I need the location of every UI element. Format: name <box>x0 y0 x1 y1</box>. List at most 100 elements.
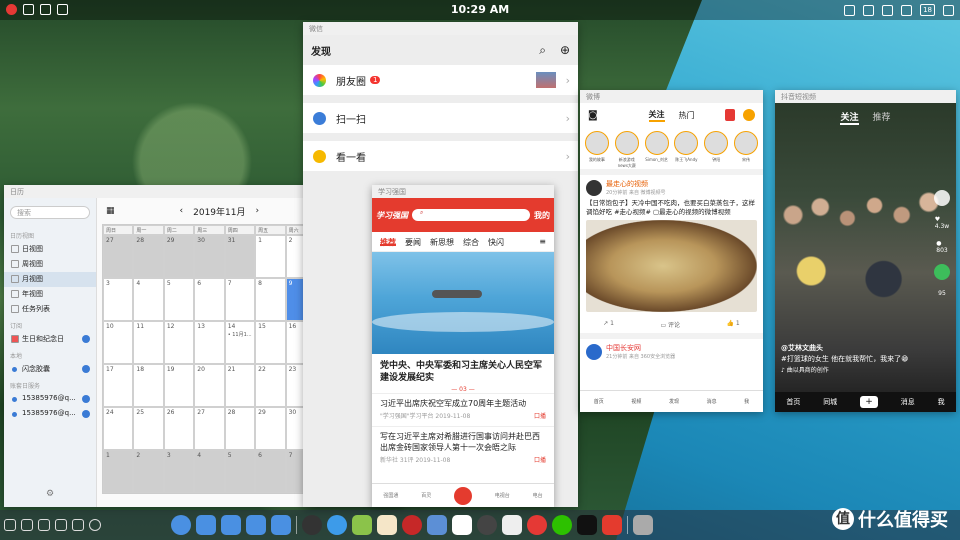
window-icon[interactable] <box>55 519 67 531</box>
story-avatar[interactable]: 宋伟 <box>733 131 759 169</box>
day-cell[interactable]: 27 <box>103 235 134 278</box>
story-avatar[interactable]: Simon_刘艺 <box>644 131 670 169</box>
audio-play-button[interactable]: 口播 <box>534 455 546 466</box>
day-cell[interactable]: 19 <box>163 364 195 407</box>
douyin-icon[interactable] <box>577 515 597 535</box>
checkmark-icon[interactable] <box>82 395 90 403</box>
menu-icon[interactable]: ≡ <box>539 237 546 246</box>
nav-discover[interactable]: 发现 <box>669 398 679 405</box>
tab-news[interactable]: 要闻 <box>405 237 421 247</box>
day-cell[interactable]: 15 <box>255 321 286 364</box>
search-icon[interactable] <box>21 519 33 531</box>
comment-button[interactable]: ▭ 评论 <box>660 320 680 329</box>
day-cell[interactable]: 12 <box>163 321 195 364</box>
gear-icon[interactable]: ⚙ <box>46 489 54 499</box>
day-cell[interactable]: 17 <box>103 364 134 407</box>
day-cell[interactable]: 31 <box>224 235 256 278</box>
like-button[interactable]: ♥ 4.3w <box>935 216 949 230</box>
search-icon[interactable]: ⌕ <box>539 43 546 58</box>
screenshot-icon[interactable] <box>38 519 50 531</box>
story-avatar[interactable]: 我的故事 <box>584 131 610 169</box>
trash-icon[interactable] <box>633 515 653 535</box>
nav-me[interactable]: 我 <box>744 398 749 405</box>
camera-icon[interactable]: ◙ <box>588 110 598 121</box>
add-icon[interactable]: ⊕ <box>560 43 570 58</box>
like-button[interactable]: 👍 1 <box>727 320 740 329</box>
checkmark-icon[interactable] <box>82 410 90 418</box>
nav-qiangguotong[interactable]: 强国通 <box>383 492 398 499</box>
day-cell[interactable]: 26 <box>163 407 195 450</box>
tab-follow[interactable]: 关注 <box>648 109 665 122</box>
hero-image[interactable] <box>372 252 554 354</box>
weibo-post[interactable]: 中国长安网 21分钟前 来自 360安全浏览器 <box>580 339 763 364</box>
story-avatar[interactable]: 钟阳 <box>703 131 729 169</box>
volume-icon[interactable] <box>882 4 894 16</box>
day-cell[interactable]: 11 <box>133 321 164 364</box>
post-image[interactable] <box>586 220 757 312</box>
nav-me[interactable]: 我 <box>938 397 945 407</box>
xuexi-icon[interactable] <box>602 515 622 535</box>
day-cell[interactable]: 24 <box>103 407 134 450</box>
comment-button[interactable]: ● 803 <box>936 240 947 254</box>
tab-recommend[interactable]: 推荐 <box>873 110 891 125</box>
post-user[interactable]: 中国长安网 <box>606 343 675 353</box>
headline[interactable]: 党中央、中央军委和习主席关心人民空军建设发展纪实 <box>372 354 554 386</box>
calendar-app-icon[interactable] <box>452 515 472 535</box>
sidebar-item-account[interactable]: 15385976@q... <box>4 392 96 407</box>
window-icon[interactable] <box>863 4 875 16</box>
nav-messages[interactable]: 消息 <box>707 398 717 405</box>
create-button[interactable]: + <box>859 396 878 408</box>
tab-flash[interactable]: 快闪 <box>488 237 504 247</box>
next-month-button[interactable]: › <box>255 206 259 216</box>
home-icon[interactable] <box>171 515 191 535</box>
sidebar-item-month[interactable]: 月视图 <box>4 272 96 287</box>
day-cell[interactable]: 18 <box>133 364 164 407</box>
day-cell[interactable]: 7 <box>224 278 256 321</box>
author-avatar[interactable] <box>934 190 950 206</box>
day-cell[interactable]: 29 <box>163 235 195 278</box>
app-grid-icon[interactable] <box>196 515 216 535</box>
calendar-icon[interactable]: ▦ <box>106 206 115 216</box>
day-cell[interactable]: 8 <box>255 278 286 321</box>
post-user[interactable]: 最走心的视频 <box>606 179 666 189</box>
day-cell[interactable]: 14 • 11月1... <box>224 321 256 364</box>
launcher-icon[interactable] <box>302 515 322 535</box>
day-cell[interactable]: 5 <box>163 278 195 321</box>
nav-bailing[interactable]: 百灵 <box>421 492 431 499</box>
scan-row[interactable]: 扫一扫 › <box>303 103 578 133</box>
tab-general[interactable]: 综合 <box>463 237 479 247</box>
nav-radio[interactable]: 电台 <box>533 492 543 499</box>
search-input[interactable]: ⌕ <box>412 209 530 221</box>
prev-month-button[interactable]: ‹ <box>180 206 184 216</box>
day-cell[interactable]: 28 <box>224 407 256 450</box>
study-icon[interactable] <box>453 486 472 505</box>
moments-row[interactable]: 朋友圈 1 › <box>303 65 578 95</box>
desktop-icon[interactable] <box>271 515 291 535</box>
day-cell[interactable]: 20 <box>194 364 225 407</box>
add-icon[interactable] <box>743 109 755 121</box>
music-icon[interactable] <box>402 515 422 535</box>
wifi-icon[interactable] <box>901 4 913 16</box>
mail-icon[interactable] <box>502 515 522 535</box>
day-cell[interactable]: 5 <box>224 450 256 493</box>
day-cell[interactable]: 25 <box>133 407 164 450</box>
day-cell[interactable]: 10 <box>103 321 134 364</box>
repost-button[interactable]: ↗ 1 <box>603 320 614 329</box>
day-cell[interactable]: 13 <box>194 321 225 364</box>
topstories-row[interactable]: 看一看 › <box>303 141 578 171</box>
day-cell[interactable]: 22 <box>255 364 286 407</box>
day-cell[interactable]: 6 <box>255 450 286 493</box>
month-grid[interactable]: 周日 周一 周二 周三 周四 周五 周六 27 28 29 30 31 1 2 3 4 5 6 7 8 9 10 11 12 1… <box>102 224 317 494</box>
nav-messages[interactable]: 消息 <box>901 397 915 407</box>
redpacket-icon[interactable] <box>725 109 735 121</box>
share-icon[interactable] <box>934 264 950 280</box>
nav-video[interactable]: 视频 <box>631 398 641 405</box>
day-cell[interactable]: 1 <box>255 235 286 278</box>
sidebar-item-birthdays[interactable]: 生日和纪念日 <box>4 332 96 347</box>
sidebar-item-day[interactable]: 日视图 <box>4 242 96 257</box>
nav-nearby[interactable]: 同城 <box>823 397 837 407</box>
files-icon[interactable] <box>221 515 241 535</box>
day-cell[interactable]: 4 <box>194 450 225 493</box>
checkmark-icon[interactable] <box>82 365 90 373</box>
tab-thought[interactable]: 新思想 <box>430 237 454 247</box>
